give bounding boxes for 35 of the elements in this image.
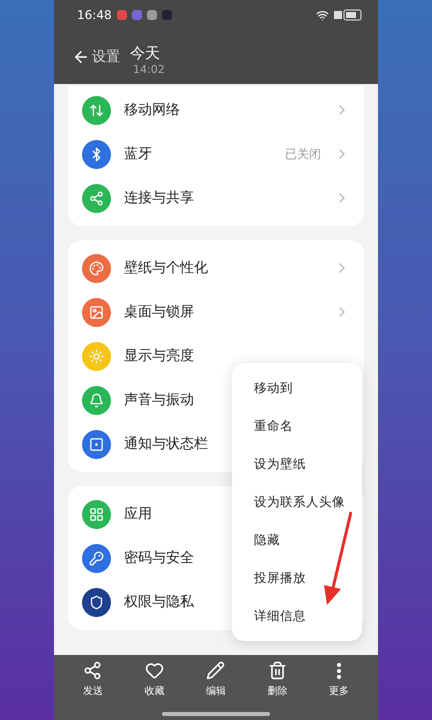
app-icon xyxy=(146,10,157,20)
setting-label[interactable]: 壁纸与个性化 xyxy=(124,259,321,277)
setting-label[interactable]: 移动网络 xyxy=(124,101,321,119)
back-label: 设置 xyxy=(92,48,120,66)
back-icon[interactable] xyxy=(72,48,90,66)
app-icon xyxy=(162,10,172,20)
heart-icon xyxy=(144,661,164,680)
trash-icon xyxy=(268,661,288,680)
share-icon xyxy=(83,661,102,680)
setting-label[interactable]: 蓝牙 xyxy=(124,145,272,163)
toolbar-button[interactable]: 更多 xyxy=(314,661,364,701)
battery-icon xyxy=(334,9,364,21)
setting-value: 已关闭 xyxy=(285,146,321,162)
status-time: 16:48 xyxy=(77,8,112,22)
setting-label[interactable]: 连接与共享 xyxy=(124,189,321,207)
setting-label[interactable]: 显示与亮度 xyxy=(124,347,350,365)
menu-item[interactable]: 移动到 xyxy=(232,369,362,407)
pencil-icon xyxy=(206,661,226,680)
more-icon xyxy=(337,662,342,678)
toolbar-button[interactable]: 收藏 xyxy=(129,661,180,701)
setting-label[interactable]: 桌面与锁屏 xyxy=(124,303,321,321)
menu-item[interactable]: 设为联系人头像 xyxy=(232,483,362,521)
menu-item[interactable]: 投屏播放 xyxy=(232,559,362,597)
app-icon xyxy=(116,10,127,20)
app-icon xyxy=(132,10,142,20)
menu-item[interactable]: 隐藏 xyxy=(232,521,362,559)
menu-item[interactable]: 设为壁纸 xyxy=(232,445,362,483)
page-title: 今天 xyxy=(130,44,161,63)
menu-item[interactable]: 重命名 xyxy=(232,407,362,445)
toolbar-button[interactable]: 删除 xyxy=(252,661,303,701)
toolbar-button[interactable]: 编辑 xyxy=(190,661,241,701)
toolbar-button[interactable]: 发送 xyxy=(68,661,118,701)
wifi-icon xyxy=(316,8,329,22)
menu-item[interactable]: 详细信息 xyxy=(232,597,362,635)
page-subtitle: 14:02 xyxy=(133,63,165,76)
